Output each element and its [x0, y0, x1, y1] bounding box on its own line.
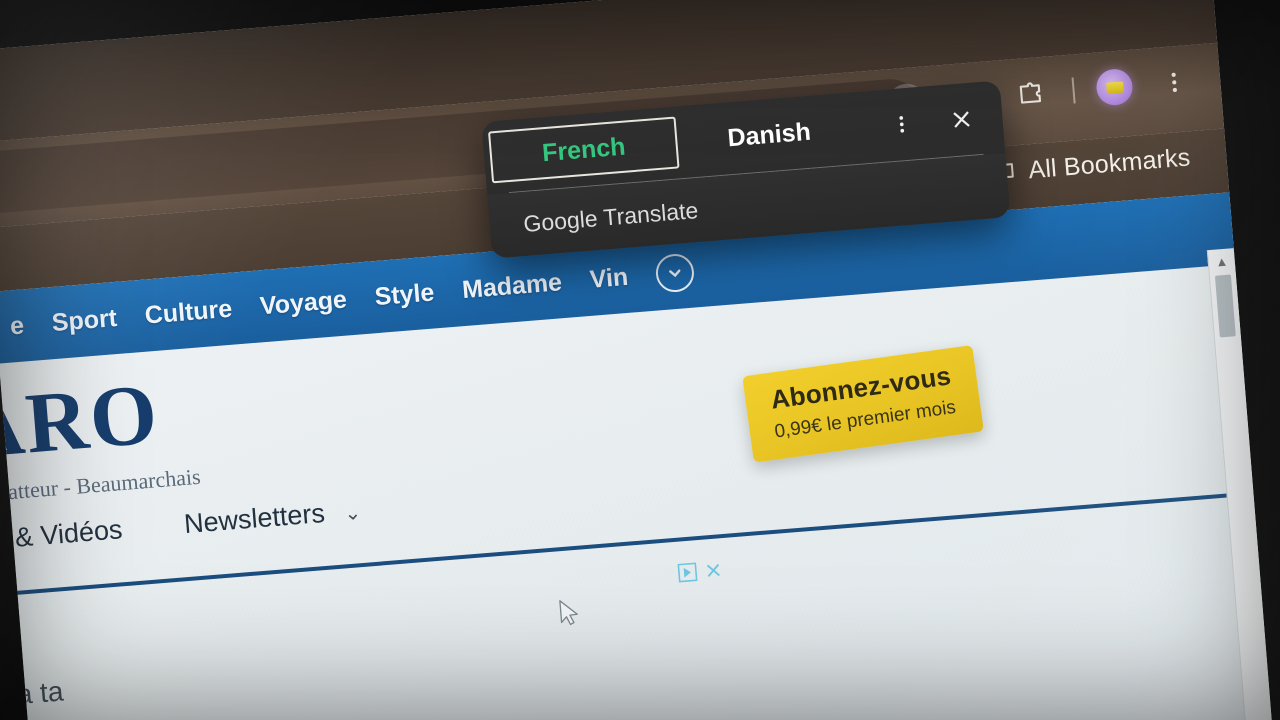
- secondary-links: TV & Vidéos Newsletters ⌄: [0, 495, 362, 557]
- translate-popup-actions: [883, 100, 997, 143]
- ad-choices-icon[interactable]: [677, 562, 698, 583]
- sublink-tv-videos[interactable]: TV & Vidéos: [0, 514, 124, 557]
- kebab-menu-icon[interactable]: [883, 106, 920, 143]
- nav-item-0[interactable]: e: [0, 310, 39, 342]
- avatar-glyph: [1105, 81, 1124, 94]
- ad-markers: [677, 560, 723, 583]
- puzzle-piece-icon[interactable]: [1009, 72, 1052, 115]
- content-divider: [0, 483, 1278, 600]
- avatar-icon[interactable]: [1095, 67, 1134, 107]
- nav-item-culture[interactable]: Culture: [130, 293, 247, 331]
- nav-item-sport[interactable]: Sport: [37, 302, 132, 338]
- tab-target-language[interactable]: Danish: [676, 104, 863, 167]
- minimize-icon[interactable]: [1004, 0, 1036, 12]
- toolbar-divider: [1071, 77, 1076, 104]
- nav-item-voyage[interactable]: Voyage: [245, 284, 362, 322]
- ad-close-icon[interactable]: [703, 560, 723, 580]
- scroll-up-icon[interactable]: ▲: [1208, 248, 1236, 274]
- window-controls: [1004, 0, 1188, 12]
- restore-icon[interactable]: [1079, 0, 1111, 6]
- kebab-menu-icon[interactable]: [1153, 61, 1196, 104]
- chevron-down-circle-icon[interactable]: [654, 252, 696, 294]
- tab-source-language[interactable]: French: [488, 116, 680, 184]
- all-bookmarks-button[interactable]: All Bookmarks: [983, 141, 1191, 190]
- mouse-pointer-icon: [558, 598, 583, 635]
- scrollbar-thumb[interactable]: [1214, 274, 1236, 338]
- nav-item-style[interactable]: Style: [360, 277, 450, 313]
- photograph-of-laptop-screen: G 文: [0, 0, 1280, 720]
- close-icon[interactable]: [943, 101, 980, 138]
- subscribe-promo-banner[interactable]: Abonnez-vous 0,99€ le premier mois: [742, 345, 984, 463]
- sublink-newsletters[interactable]: Newsletters ⌄: [183, 495, 362, 540]
- laptop-screen: G 文: [0, 0, 1278, 720]
- site-logo[interactable]: ARO: [0, 363, 163, 478]
- chevron-down-icon: ⌄: [343, 502, 362, 526]
- laptop: G 文: [0, 0, 1280, 720]
- nav-item-vin[interactable]: Vin: [575, 261, 644, 295]
- sublink-newsletters-label: Newsletters: [182, 497, 326, 540]
- all-bookmarks-label: All Bookmarks: [1027, 143, 1192, 185]
- nav-item-madame[interactable]: Madame: [447, 267, 577, 306]
